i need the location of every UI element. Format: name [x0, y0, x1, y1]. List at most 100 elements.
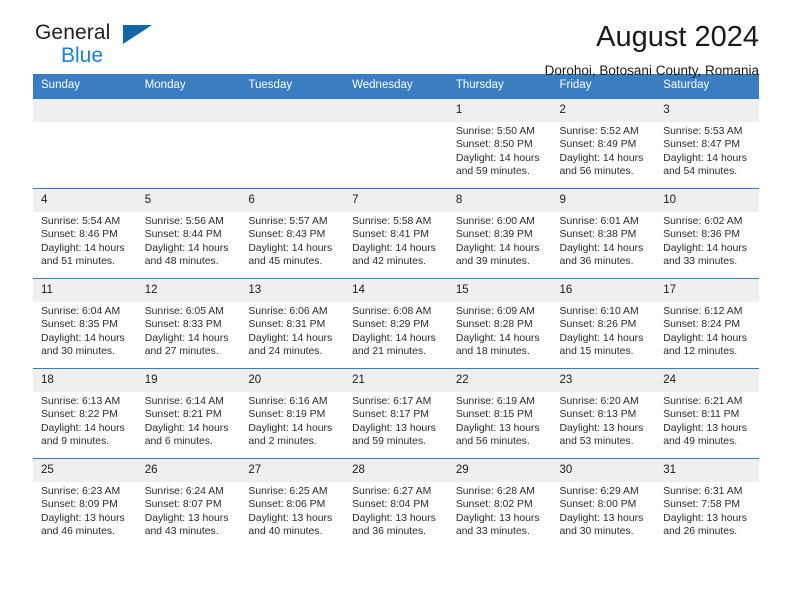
day-number: 4: [33, 189, 137, 212]
sunset-text: Sunset: 8:35 PM: [41, 319, 118, 331]
day-details: Sunrise: 6:14 AM Sunset: 8:21 PM Daylight:…: [137, 392, 241, 449]
sunset-text: Sunset: 8:26 PM: [559, 319, 637, 331]
calendar-day-cell: 9 Sunrise: 6:01 AM Sunset: 8:38 PM Daylight…: [551, 188, 656, 279]
day-number: [136, 99, 241, 122]
calendar-week-row: 25 Sunrise: 6:23 AM Sunset: 8:09 PM Dayligh…: [33, 458, 759, 548]
day-number: 15: [447, 279, 552, 302]
sunset-text: Sunset: 8:17 PM: [352, 409, 429, 421]
sunrise-text: Sunrise: 6:01 AM: [559, 216, 639, 227]
daylight-text: Daylight: 13 hours and 40 minutes.: [248, 512, 333, 538]
day-details: Sunrise: 6:19 AM Sunset: 8:15 PM Daylight:…: [448, 392, 552, 449]
calendar-day-cell: 30 Sunrise: 6:29 AM Sunset: 8:00 PM Dayligh…: [551, 458, 656, 548]
weekday-header-wednesday: Wednesday: [344, 74, 448, 99]
sunrise-text: Sunrise: 5:52 AM: [559, 126, 639, 137]
calendar-day-cell-empty: [136, 98, 241, 189]
sunset-text: Sunset: 8:11 PM: [663, 409, 740, 421]
sunset-text: Sunset: 8:39 PM: [455, 229, 533, 241]
calendar-day-cell: 15 Sunrise: 6:09 AM Sunset: 8:28 PM Dayligh…: [447, 278, 552, 369]
day-number: 13: [240, 279, 345, 302]
sunset-text: Sunset: 7:58 PM: [663, 499, 741, 511]
day-details: Sunrise: 6:29 AM Sunset: 8:00 PM Daylight:…: [552, 482, 656, 539]
sunrise-text: Sunrise: 6:06 AM: [248, 306, 328, 317]
day-number: 3: [655, 99, 759, 122]
day-number: 16: [551, 279, 656, 302]
sunset-text: Sunset: 8:04 PM: [352, 499, 429, 511]
sunset-text: Sunset: 8:38 PM: [559, 229, 637, 241]
daylight-text: Daylight: 14 hours and 15 minutes.: [559, 332, 644, 358]
sunrise-text: Sunrise: 6:00 AM: [455, 216, 535, 227]
day-number: 29: [447, 459, 552, 482]
title-block: August 2024 Dorohoi, Botosani County, Ro…: [545, 20, 759, 79]
daylight-text: Daylight: 14 hours and 30 minutes.: [41, 332, 125, 358]
sunset-text: Sunset: 8:47 PM: [663, 139, 741, 151]
day-number: 21: [344, 369, 448, 392]
sunset-text: Sunset: 8:46 PM: [41, 229, 118, 241]
logo-triangle-icon: [123, 25, 152, 44]
calendar-day-cell: 20 Sunrise: 6:16 AM Sunset: 8:19 PM Dayligh…: [240, 368, 345, 459]
calendar-day-cell: 29 Sunrise: 6:28 AM Sunset: 8:02 PM Dayligh…: [447, 458, 552, 548]
calendar-day-cell: 6 Sunrise: 5:57 AM Sunset: 8:43 PM Daylight…: [240, 188, 345, 279]
calendar-day-cell: 28 Sunrise: 6:27 AM Sunset: 8:04 PM Dayligh…: [344, 458, 448, 548]
calendar-day-cell: 7 Sunrise: 5:58 AM Sunset: 8:41 PM Daylight…: [344, 188, 448, 279]
sunset-text: Sunset: 8:49 PM: [559, 139, 637, 151]
day-number: 17: [655, 279, 759, 302]
day-number: 10: [655, 189, 759, 212]
calendar-day-cell: 18 Sunrise: 6:13 AM Sunset: 8:22 PM Dayligh…: [33, 368, 137, 459]
sunrise-text: Sunrise: 6:12 AM: [663, 306, 743, 317]
day-details: Sunrise: 6:27 AM Sunset: 8:04 PM Daylight:…: [344, 482, 448, 539]
sunrise-text: Sunrise: 6:24 AM: [144, 486, 224, 497]
daylight-text: Daylight: 14 hours and 56 minutes.: [559, 152, 644, 178]
calendar-body: 1 Sunrise: 5:50 AM Sunset: 8:50 PM Daylight…: [33, 98, 759, 548]
sunrise-text: Sunrise: 6:31 AM: [663, 486, 743, 497]
day-number: 26: [136, 459, 241, 482]
day-number: 8: [447, 189, 552, 212]
calendar-week-row: 1 Sunrise: 5:50 AM Sunset: 8:50 PM Daylight…: [33, 98, 759, 189]
calendar-day-cell: 24 Sunrise: 6:21 AM Sunset: 8:11 PM Dayligh…: [655, 368, 759, 459]
calendar-week-row: 4 Sunrise: 5:54 AM Sunset: 8:46 PM Daylight…: [33, 188, 759, 279]
day-details: Sunrise: 6:00 AM Sunset: 8:39 PM Daylight:…: [448, 212, 552, 269]
day-details: Sunrise: 6:10 AM Sunset: 8:26 PM Daylight:…: [552, 302, 656, 359]
daylight-text: Daylight: 13 hours and 30 minutes.: [559, 512, 644, 538]
day-details: Sunrise: 5:56 AM Sunset: 8:44 PM Daylight:…: [137, 212, 241, 269]
daylight-text: Daylight: 14 hours and 36 minutes.: [559, 242, 644, 268]
day-details: Sunrise: 6:24 AM Sunset: 8:07 PM Daylight:…: [137, 482, 241, 539]
day-details: Sunrise: 6:06 AM Sunset: 8:31 PM Daylight:…: [240, 302, 344, 359]
daylight-text: Daylight: 14 hours and 21 minutes.: [352, 332, 436, 358]
daylight-text: Daylight: 13 hours and 59 minutes.: [352, 422, 436, 448]
calendar-day-cell: 21 Sunrise: 6:17 AM Sunset: 8:17 PM Dayligh…: [344, 368, 448, 459]
day-number: 24: [655, 369, 759, 392]
day-number: 30: [551, 459, 656, 482]
sunrise-text: Sunrise: 6:05 AM: [144, 306, 224, 317]
day-number: 7: [344, 189, 448, 212]
day-details: Sunrise: 6:16 AM Sunset: 8:19 PM Daylight:…: [240, 392, 344, 449]
daylight-text: Daylight: 13 hours and 33 minutes.: [455, 512, 540, 538]
sunrise-text: Sunrise: 6:02 AM: [663, 216, 743, 227]
sunrise-text: Sunrise: 6:10 AM: [559, 306, 639, 317]
calendar-day-cell: 11 Sunrise: 6:04 AM Sunset: 8:35 PM Dayligh…: [33, 278, 137, 369]
sunset-text: Sunset: 8:22 PM: [41, 409, 118, 421]
sunrise-text: Sunrise: 6:27 AM: [352, 486, 432, 497]
day-number: 27: [240, 459, 345, 482]
day-details: Sunrise: 6:13 AM Sunset: 8:22 PM Daylight:…: [33, 392, 137, 449]
day-details: Sunrise: 5:52 AM Sunset: 8:49 PM Daylight:…: [552, 122, 656, 179]
day-details: Sunrise: 6:25 AM Sunset: 8:06 PM Daylight:…: [240, 482, 344, 539]
day-number: 22: [447, 369, 552, 392]
daylight-text: Daylight: 13 hours and 49 minutes.: [663, 422, 747, 448]
daylight-text: Daylight: 14 hours and 9 minutes.: [41, 422, 125, 448]
sunrise-text: Sunrise: 6:08 AM: [352, 306, 432, 317]
day-details: Sunrise: 6:08 AM Sunset: 8:29 PM Daylight:…: [344, 302, 448, 359]
calendar-week-row: 11 Sunrise: 6:04 AM Sunset: 8:35 PM Dayligh…: [33, 278, 759, 369]
day-details: Sunrise: 6:09 AM Sunset: 8:28 PM Daylight:…: [448, 302, 552, 359]
sunrise-text: Sunrise: 5:56 AM: [144, 216, 224, 227]
daylight-text: Daylight: 13 hours and 43 minutes.: [144, 512, 229, 538]
sunset-text: Sunset: 8:19 PM: [248, 409, 326, 421]
daylight-text: Daylight: 13 hours and 56 minutes.: [455, 422, 540, 448]
sunset-text: Sunset: 8:06 PM: [248, 499, 326, 511]
sunset-text: Sunset: 8:43 PM: [248, 229, 326, 241]
calendar-day-cell: 16 Sunrise: 6:10 AM Sunset: 8:26 PM Dayligh…: [551, 278, 656, 369]
day-details: Sunrise: 5:50 AM Sunset: 8:50 PM Daylight:…: [448, 122, 552, 179]
calendar-day-cell: 14 Sunrise: 6:08 AM Sunset: 8:29 PM Dayligh…: [344, 278, 448, 369]
sunset-text: Sunset: 8:02 PM: [455, 499, 533, 511]
sunrise-text: Sunrise: 6:13 AM: [41, 396, 121, 407]
calendar-day-cell: 23 Sunrise: 6:20 AM Sunset: 8:13 PM Dayligh…: [551, 368, 656, 459]
